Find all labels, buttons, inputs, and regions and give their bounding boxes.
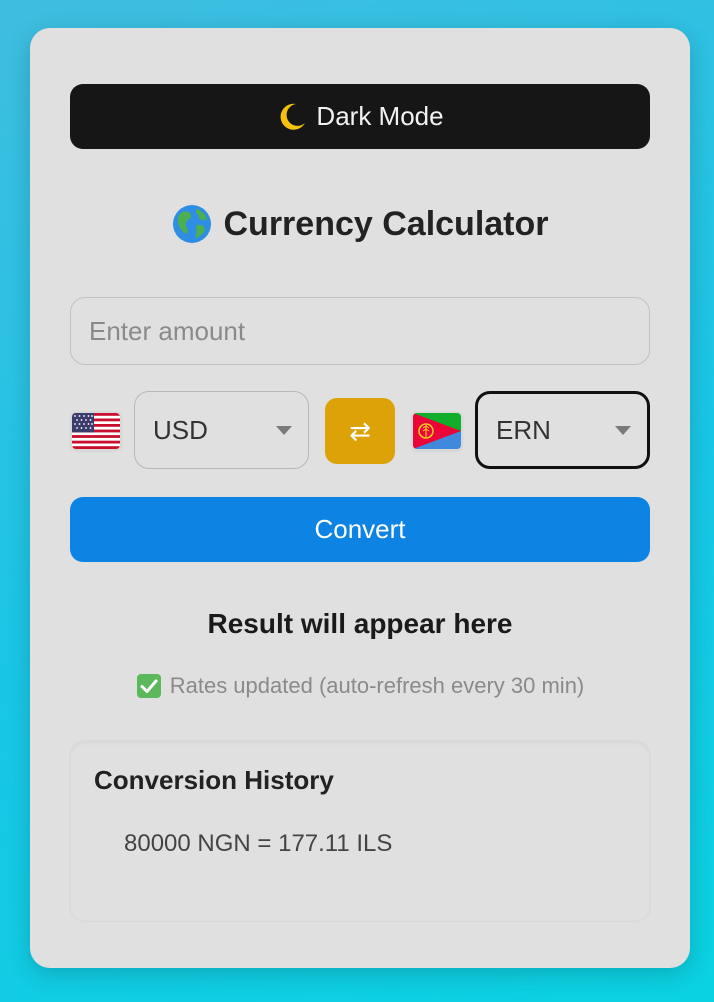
conversion-history-panel: Conversion History 80000 NGN = 177.11 IL… xyxy=(70,741,650,921)
page-title: Currency Calculator xyxy=(30,204,690,244)
dark-mode-label: Dark Mode xyxy=(316,101,444,131)
us-flag-icon xyxy=(72,413,120,449)
result-text: Result will appear here xyxy=(207,608,513,639)
chevron-down-icon xyxy=(615,425,631,435)
history-title: Conversion History xyxy=(94,765,334,795)
chevron-down-icon xyxy=(276,425,292,435)
eritrea-flag-icon xyxy=(413,413,461,449)
rates-status: Rates updated (auto-refresh every 30 min… xyxy=(30,673,690,699)
history-entry: 80000 NGN = 177.11 ILS xyxy=(124,830,393,857)
page-title-text: Currency Calculator xyxy=(223,204,549,243)
to-currency-value: ERN xyxy=(496,414,551,445)
globe-icon xyxy=(172,204,212,244)
swap-button[interactable]: ⇄ xyxy=(325,398,395,464)
from-currency-select[interactable]: USD xyxy=(134,391,309,469)
dark-mode-button[interactable]: Dark Mode xyxy=(70,84,650,149)
convert-label: Convert xyxy=(314,514,406,544)
swap-icon: ⇄ xyxy=(349,415,371,446)
history-list: 80000 NGN = 177.11 ILS xyxy=(124,829,392,859)
converter-card: Dark Mode Currency Calculator Enter amou… xyxy=(30,28,690,968)
from-currency-value: USD xyxy=(153,414,208,445)
check-icon xyxy=(136,673,162,699)
convert-button[interactable]: Convert xyxy=(70,497,650,562)
amount-input[interactable] xyxy=(70,297,650,365)
moon-icon xyxy=(276,101,308,133)
to-currency-select[interactable]: ERN xyxy=(475,391,650,469)
rates-status-text: Rates updated (auto-refresh every 30 min… xyxy=(169,673,585,698)
